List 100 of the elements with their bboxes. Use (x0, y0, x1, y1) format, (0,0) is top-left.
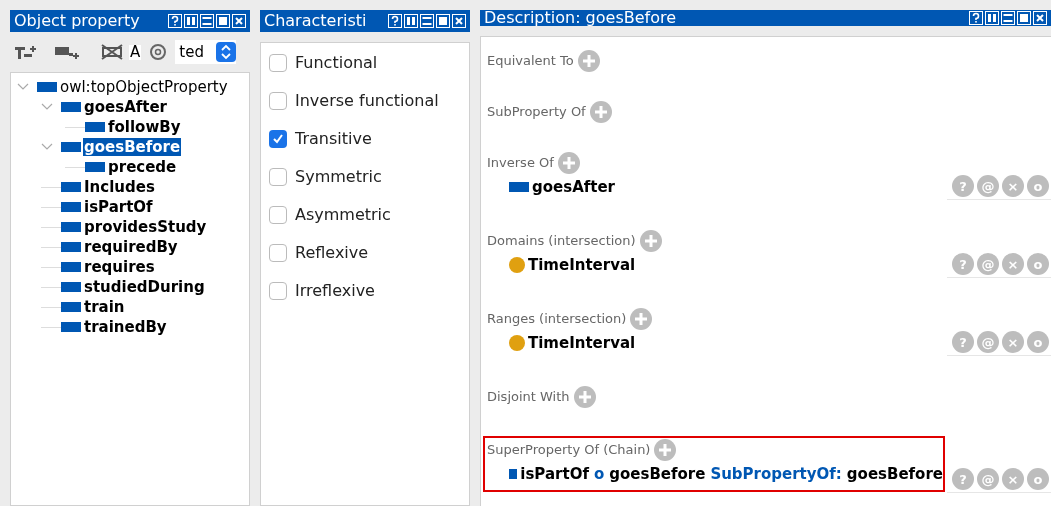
property-icon (61, 202, 81, 212)
property-icon (61, 302, 81, 312)
expanded-toggle-icon[interactable] (17, 83, 29, 91)
property-icon (61, 322, 81, 332)
tree-item[interactable]: Includes (83, 178, 156, 196)
class-icon (509, 335, 525, 351)
expression-text: TimeInterval (528, 254, 636, 276)
tree-item[interactable]: goesAfter (83, 98, 169, 116)
maximize-icon[interactable] (436, 14, 450, 28)
delete-property-icon[interactable] (100, 44, 124, 60)
checkbox-label: Asymmetric (295, 204, 391, 226)
checkbox[interactable] (269, 282, 287, 300)
entry-action-button[interactable]: o (1027, 468, 1049, 490)
entry-action-button[interactable]: o (1027, 175, 1049, 197)
entry-action-button[interactable]: × (1002, 175, 1024, 197)
minimize-icon[interactable] (1001, 11, 1015, 25)
toolbar-label: A (129, 44, 142, 60)
section-label: SuperProperty Of (Chain) (487, 441, 651, 460)
expression-text: TimeInterval (528, 332, 636, 354)
help-icon[interactable] (969, 11, 983, 25)
minimize-icon[interactable] (420, 14, 434, 28)
property-icon (61, 222, 81, 232)
checkbox[interactable] (269, 244, 287, 262)
maximize-icon[interactable] (216, 14, 230, 28)
expanded-toggle-icon[interactable] (41, 143, 53, 151)
tree-item[interactable]: trainedBy (83, 318, 168, 336)
stepper-icon (215, 42, 236, 62)
entry-action-button[interactable]: × (1002, 331, 1024, 353)
checkbox[interactable] (269, 130, 287, 148)
tree-item[interactable]: studiedDuring (83, 278, 206, 296)
checkbox[interactable] (269, 92, 287, 110)
checkbox-label: Irreflexive (295, 280, 375, 302)
property-icon (61, 262, 81, 272)
entry-action-button[interactable]: @ (977, 253, 999, 275)
section-label: Domains (intersection) (487, 232, 636, 251)
checkbox[interactable] (269, 206, 287, 224)
checkbox[interactable] (269, 54, 287, 72)
maximize-icon[interactable] (1017, 11, 1031, 25)
crosshair-icon[interactable] (149, 43, 168, 61)
close-icon[interactable] (1033, 11, 1047, 25)
entry-action-button[interactable]: × (1002, 468, 1024, 490)
checkbox[interactable] (269, 168, 287, 186)
entry-action-button[interactable]: @ (977, 331, 999, 353)
section-label: Ranges (intersection) (487, 310, 627, 329)
split-icon[interactable] (184, 14, 198, 28)
property-icon (509, 182, 529, 192)
check-icon (272, 133, 284, 145)
entry-action-button[interactable]: ? (952, 331, 974, 353)
property-icon (61, 242, 81, 252)
panel-title: Characteristi (264, 13, 367, 29)
class-icon (509, 257, 525, 273)
property-icon (85, 162, 105, 172)
section-label: Disjoint With (487, 388, 570, 407)
entry-action-button[interactable]: @ (977, 468, 999, 490)
entry-action-button[interactable]: o (1027, 253, 1049, 275)
checkbox-label: Transitive (295, 128, 372, 150)
tree-item[interactable]: train (83, 298, 126, 316)
entry-action-button[interactable]: ? (952, 253, 974, 275)
close-icon[interactable] (232, 14, 246, 28)
help-icon[interactable] (168, 14, 182, 28)
expression-text: goesAfter (532, 176, 616, 198)
add-subproperty-icon[interactable] (14, 44, 38, 60)
checkbox-label: Inverse functional (295, 90, 439, 112)
section-label: Equivalent To (487, 52, 574, 71)
property-icon (37, 82, 57, 92)
entry-action-button[interactable]: ? (952, 468, 974, 490)
tree-item[interactable]: followBy (107, 118, 182, 136)
section-label: SubProperty Of (487, 103, 586, 122)
add-sibling-icon[interactable] (54, 44, 80, 60)
property-icon (85, 122, 105, 132)
checkbox-label: Functional (295, 52, 378, 74)
tree-item[interactable]: precede (107, 158, 178, 176)
split-icon[interactable] (985, 11, 999, 25)
split-icon[interactable] (404, 14, 418, 28)
expanded-toggle-icon[interactable] (41, 103, 53, 111)
property-icon (61, 102, 81, 112)
panel-title: Description: goesBefore (484, 10, 677, 26)
property-icon (61, 142, 81, 152)
panel-title: Object property (14, 13, 140, 29)
tree-item[interactable]: requires (83, 258, 156, 276)
filter-dropdown[interactable]: ted (175, 40, 236, 64)
tree-item[interactable]: requiredBy (83, 238, 179, 256)
property-icon (61, 282, 81, 292)
entry-action-button[interactable]: @ (977, 175, 999, 197)
close-icon[interactable] (452, 14, 466, 28)
tree-item[interactable]: goesBefore (83, 138, 182, 156)
property-icon (61, 182, 81, 192)
section-label: Inverse Of (487, 154, 554, 173)
tree-item[interactable]: providesStudy (83, 218, 208, 236)
checkbox-label: Reflexive (295, 242, 369, 264)
entry-action-button[interactable]: ? (952, 175, 974, 197)
entry-action-button[interactable]: × (1002, 253, 1024, 275)
tree-item[interactable]: owl:topObjectProperty (59, 78, 229, 96)
tree-item[interactable]: isPartOf (83, 198, 154, 216)
property-icon (509, 469, 518, 479)
entry-action-button[interactable]: o (1027, 331, 1049, 353)
checkbox-label: Symmetric (295, 166, 382, 188)
help-icon[interactable] (388, 14, 402, 28)
minimize-icon[interactable] (200, 14, 214, 28)
expression-text: isPartOf o goesBefore SubPropertyOf: goesBefore (520, 463, 943, 485)
